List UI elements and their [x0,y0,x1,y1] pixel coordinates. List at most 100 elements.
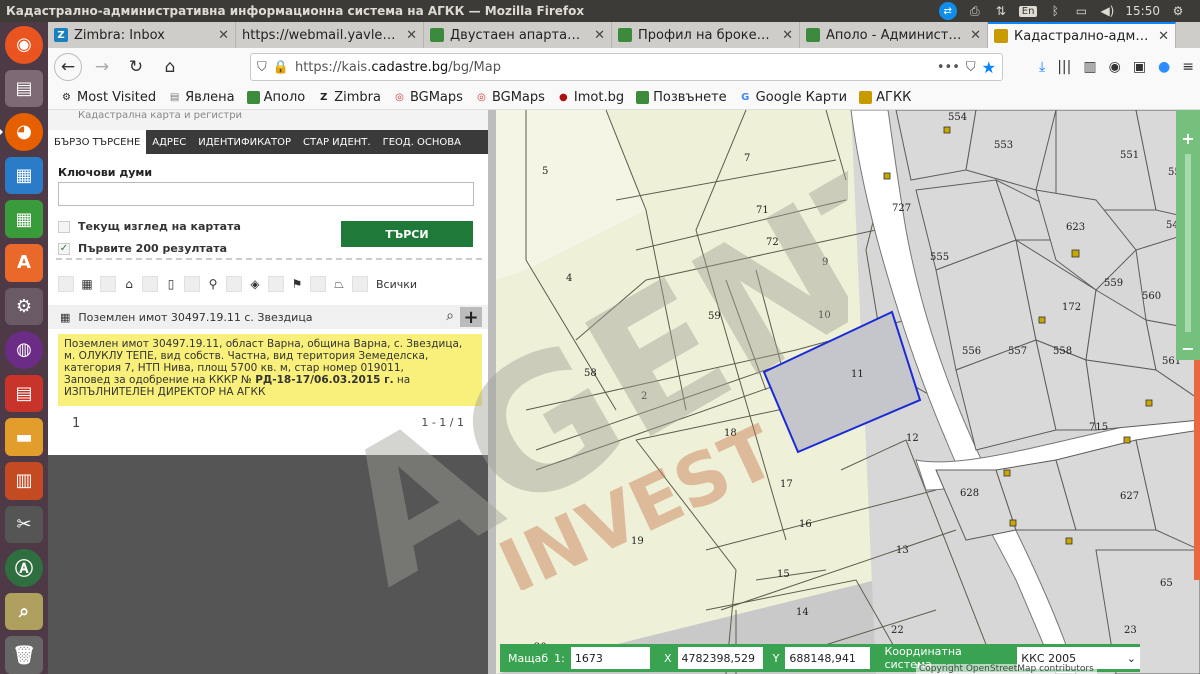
location-pin-icon[interactable]: ⚲ [204,276,222,292]
bookmark-most-visited[interactable]: ⚙ Most Visited [60,90,156,105]
zoom-slider[interactable] [1185,154,1191,332]
filter-checkbox[interactable] [100,276,116,292]
zoom-in-button[interactable]: + [1176,126,1200,150]
bookmark-agkk[interactable]: АГКК [859,90,911,105]
tab-old-identifier[interactable]: СТАР ИДЕНТ. [297,130,377,154]
filter-checkbox[interactable] [184,276,200,292]
filter-all-checkbox[interactable] [352,276,368,292]
ubuntu-dash-icon[interactable]: ◉ [5,26,43,64]
polygon-icon[interactable]: ⏢ [330,276,348,292]
teamviewer-icon[interactable]: ⇄ [938,2,957,20]
calc-icon[interactable]: ▦ [5,200,43,238]
power-gear-icon[interactable]: ⚙ [1170,4,1186,18]
forward-button[interactable]: → [88,53,116,81]
lock-icon[interactable]: 🔒 [273,60,289,75]
add-icon[interactable]: + [460,307,482,328]
tab-apolo-admin[interactable]: Аполо - Администрат ✕ [800,22,988,48]
close-icon[interactable]: ✕ [970,28,981,43]
url-text[interactable]: https://kais.cadastre.bg/bg/Map [295,60,931,75]
filter-checkbox[interactable] [58,276,74,292]
bookmark-bgmaps-2[interactable]: ◎ BGMaps [475,90,545,105]
screenshot-icon[interactable]: ✂ [5,505,43,544]
url-bar[interactable]: ⛉ 🔒 https://kais.cadastre.bg/bg/Map ••• … [250,53,1003,81]
search-button[interactable]: ТЪРСИ [341,221,473,247]
zoom-to-icon[interactable]: ⌕ [446,308,454,324]
search-app-icon[interactable]: ⌕ [5,592,43,631]
tab-address[interactable]: АДРЕС [146,130,192,154]
house-icon[interactable]: ⌂ [120,276,138,292]
result-item[interactable]: ▦ Поземлен имот 30497.19.11 с. Звездица … [48,305,488,329]
keywords-input[interactable] [58,182,474,206]
volume-icon[interactable]: ◀) [1099,4,1115,18]
firefox-icon[interactable]: ◕ [0,113,43,151]
close-icon[interactable]: ✕ [406,28,417,43]
pdf-viewer-icon[interactable]: ▤ [5,374,43,413]
first-200-option[interactable]: ✓ Първите 200 резултата [58,242,227,255]
filter-checkbox[interactable] [142,276,158,292]
bluetooth-icon[interactable]: ᛒ [1047,4,1063,18]
filter-checkbox[interactable] [310,276,326,292]
reload-button[interactable]: ↻ [122,53,150,81]
tab-webmail[interactable]: https://webmail.yavlena.c ✕ [236,22,424,48]
trash-icon[interactable]: 🗑 [5,636,43,674]
pocket-icon[interactable]: ⛉ [966,60,976,75]
building-icon[interactable]: ▯ [162,276,180,292]
sidebar-icon[interactable]: ▥ [1083,59,1096,75]
filter-checkbox[interactable] [226,276,242,292]
printer-icon[interactable]: ⎙ [967,4,983,18]
first-200-checkbox[interactable]: ✓ [58,242,70,255]
bookmark-call[interactable]: Позвънете [636,90,727,105]
zoom-app-icon[interactable]: ● [1158,59,1170,75]
close-icon[interactable]: ✕ [218,28,229,43]
bookmark-apolo[interactable]: Аполо [246,90,305,105]
software-center-icon[interactable]: A [5,243,43,282]
app-a-icon[interactable]: Ⓐ [5,549,43,587]
settings-icon[interactable]: ⚙ [5,287,43,326]
current-view-checkbox[interactable] [58,220,70,233]
layers-icon[interactable]: ◈ [246,276,264,292]
parcel-grid-icon[interactable]: ▦ [78,276,96,292]
bookmark-star-icon[interactable]: ★ [982,58,996,77]
zoom-out-button[interactable]: − [1176,336,1200,360]
close-icon[interactable]: ✕ [782,28,793,43]
survey-point-icon[interactable]: ⚑ [288,276,306,292]
extension-icon[interactable]: ▣ [1133,59,1146,75]
files-icon[interactable]: ▤ [5,69,43,108]
bookmark-imot[interactable]: ● Imot.bg [557,90,624,105]
tab-geodetic-base[interactable]: ГЕОД. ОСНОВА [377,130,467,154]
downloads-icon[interactable]: ⤓ [1039,59,1045,75]
tab-apartment[interactable]: Двустаен апартамент ✕ [424,22,612,48]
tab-identifier[interactable]: ИДЕНТИФИКАТОР [192,130,297,154]
network-icon[interactable]: ⇅ [993,4,1009,18]
clock[interactable]: 15:50 [1125,4,1160,18]
document-icon[interactable]: ▥ [5,461,43,500]
sofa-app-icon[interactable]: ▬ [5,418,43,456]
writer-icon[interactable]: ▦ [5,156,43,195]
bookmark-google-maps[interactable]: G Google Карти [739,90,847,105]
back-button[interactable]: ← [54,53,82,81]
current-view-option[interactable]: Текущ изглед на картата [58,220,241,233]
language-indicator[interactable]: En [1018,5,1038,17]
tab-cadastre[interactable]: Кадастрално-админи ✕ [988,22,1176,48]
tab-zimbra[interactable]: Z Zimbra: Inbox ✕ [48,22,236,48]
x-coordinate[interactable]: 4782398,529 [677,647,763,669]
shield-icon[interactable]: ⛉ [257,60,267,75]
account-icon[interactable]: ◉ [1109,59,1121,75]
y-coordinate[interactable]: 688148,941 [785,647,871,669]
home-button[interactable]: ⌂ [156,53,184,81]
page-number[interactable]: 1 [72,416,80,431]
cadastral-map[interactable]: 5 7 71 72 4 9 59 10 58 11 2 18 12 17 16 … [496,110,1200,674]
bookmark-zimbra[interactable]: Z Zimbra [317,90,381,105]
filter-checkbox[interactable] [268,276,284,292]
bookmark-yavlena[interactable]: ▤ Явлена [168,90,235,105]
battery-icon[interactable]: ▭ [1073,4,1089,18]
close-icon[interactable]: ✕ [1158,29,1169,44]
page-actions-icon[interactable]: ••• [937,60,960,75]
library-icon[interactable]: ||| [1057,59,1071,75]
tab-quick-search[interactable]: БЪРЗО ТЪРСЕНЕ [48,130,147,154]
menu-icon[interactable]: ≡ [1182,59,1194,75]
bookmark-bgmaps[interactable]: ◎ BGMaps [393,90,463,105]
app-icon[interactable]: ◍ [5,331,43,369]
scale-input[interactable]: 1673 [570,647,650,669]
tab-broker-profile[interactable]: Профил на брокер | Я ✕ [612,22,800,48]
